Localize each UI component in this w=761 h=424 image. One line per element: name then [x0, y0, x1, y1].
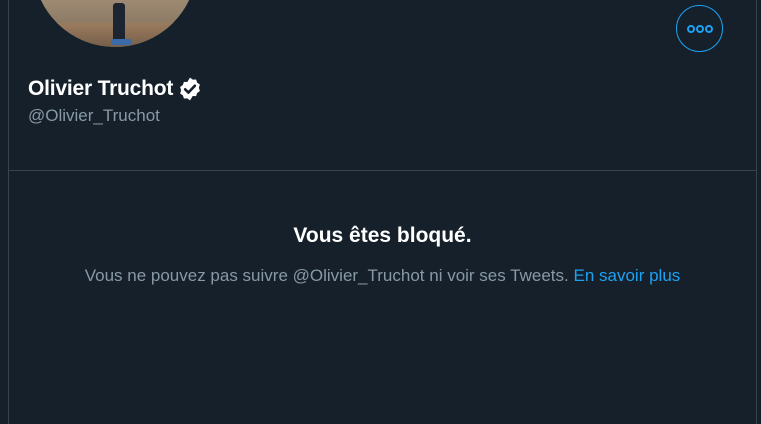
- profile-name-row: Olivier Truchot: [28, 74, 203, 104]
- display-name: Olivier Truchot: [28, 77, 174, 100]
- profile-handle: @Olivier_Truchot: [28, 106, 160, 125]
- blocked-message-text: Vous ne pouvez pas suivre @Olivier_Truch…: [84, 266, 569, 285]
- blocked-title: Vous êtes bloqué.: [293, 224, 472, 247]
- profile-page: Olivier Truchot @Olivier_Truchot Vous êt…: [0, 0, 761, 424]
- verified-badge-icon: [180, 77, 201, 101]
- learn-more-link[interactable]: En savoir plus: [574, 266, 681, 285]
- avatar[interactable]: [30, 0, 200, 50]
- avatar-figure: [113, 3, 125, 43]
- section-divider: [8, 170, 757, 171]
- blocked-message: Vous ne pouvez pas suivre @Olivier_Truch…: [0, 266, 761, 286]
- more-options-button[interactable]: [676, 5, 723, 52]
- column-border-left: [8, 0, 9, 424]
- more-options-icon: [686, 24, 713, 33]
- avatar-shoes: [111, 39, 131, 45]
- column-border-right: [756, 0, 757, 424]
